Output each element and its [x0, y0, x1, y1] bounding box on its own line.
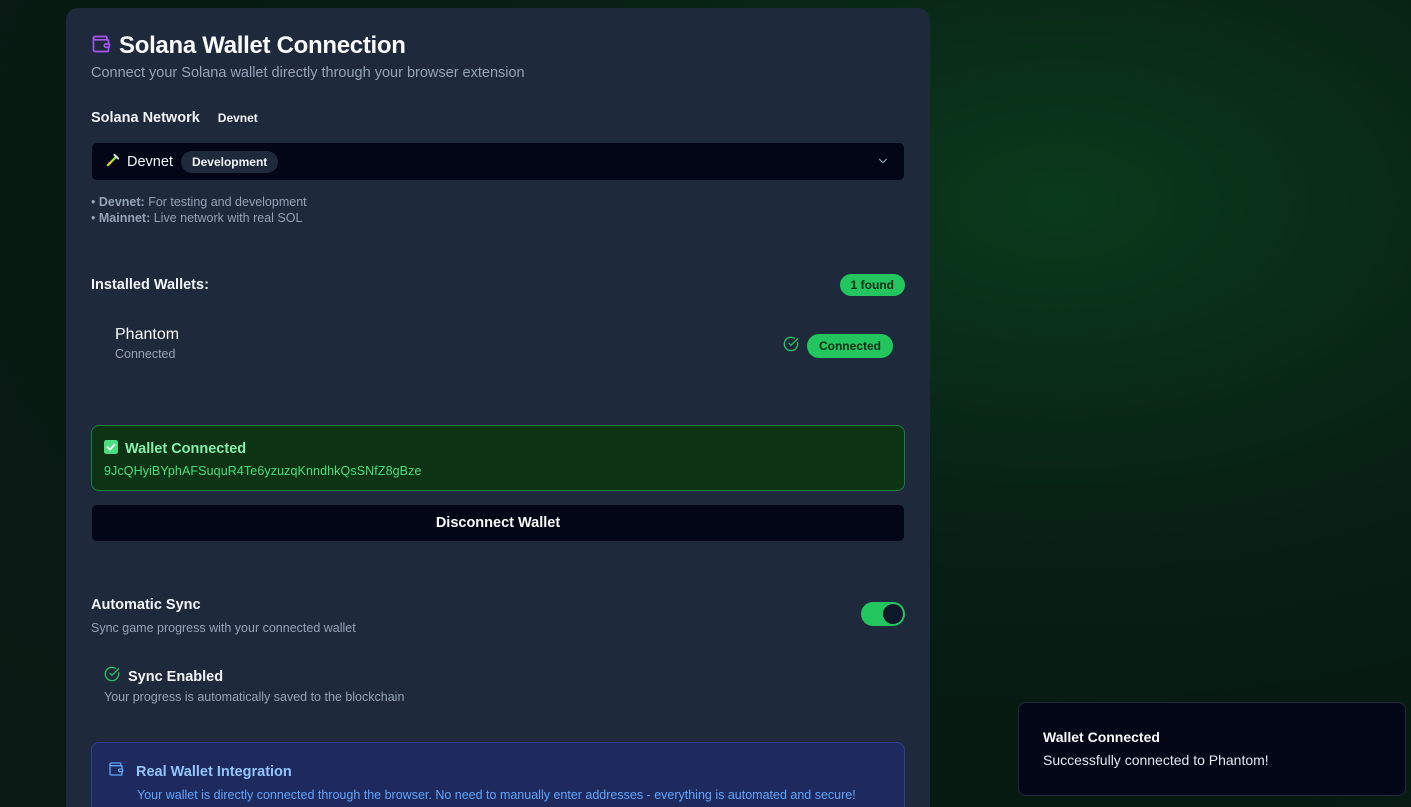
- toast-description: Successfully connected to Phantom!: [1043, 752, 1269, 768]
- network-notes: • Devnet: For testing and development • …: [91, 194, 307, 226]
- wallet-address: 9JcQHyiBYphAFSuquR4Te6yzuzqKnndhkQsSNfZ8…: [104, 464, 422, 478]
- installed-wallets-header: Installed Wallets: 1 found: [91, 274, 905, 296]
- wallet-item-phantom[interactable]: Phantom Connected Connected: [115, 326, 893, 370]
- disconnect-wallet-button[interactable]: Disconnect Wallet: [91, 504, 905, 542]
- network-select-value: Devnet: [127, 153, 173, 170]
- network-label: Solana Network: [91, 110, 200, 126]
- title-row: Solana Wallet Connection: [91, 32, 406, 60]
- automatic-sync-label: Automatic Sync: [91, 597, 201, 613]
- toggle-knob: [883, 604, 903, 624]
- info-title: Real Wallet Integration: [136, 763, 292, 780]
- sync-enabled-description: Your progress is automatically saved to …: [104, 690, 405, 704]
- network-note: • Mainnet: Live network with real SOL: [91, 211, 303, 225]
- connected-badge: Connected: [806, 334, 893, 358]
- real-wallet-integration-box: Real Wallet Integration Your wallet is d…: [91, 742, 905, 807]
- network-badge: Devnet: [217, 111, 258, 125]
- wallet-connected-title: Wallet Connected: [125, 441, 247, 457]
- installed-wallets-label: Installed Wallets:: [91, 277, 209, 293]
- sync-enabled-title: Sync Enabled: [128, 668, 224, 685]
- wallet-status-group: Connected: [783, 334, 893, 358]
- chevron-down-icon: [876, 154, 890, 173]
- wallet-icon: [91, 34, 111, 59]
- toast-title: Wallet Connected: [1043, 729, 1160, 745]
- wallet-connection-card: Solana Wallet Connection Connect your So…: [66, 8, 930, 807]
- network-label-row: Solana Network Devnet: [91, 110, 258, 126]
- sync-enabled-row: Sync Enabled: [104, 666, 223, 687]
- toast-notification[interactable]: Wallet Connected Successfully connected …: [1018, 702, 1406, 796]
- wallet-connected-title-row: Wallet Connected: [104, 440, 892, 458]
- wallet-status: Connected: [115, 347, 176, 361]
- info-title-row: Real Wallet Integration: [108, 761, 888, 782]
- check-circle-icon: [104, 666, 120, 687]
- network-select[interactable]: Devnet Development: [91, 142, 905, 181]
- wallet-icon: [108, 761, 124, 782]
- page-title: Solana Wallet Connection: [119, 32, 406, 59]
- info-description: Your wallet is directly connected throug…: [137, 788, 856, 802]
- automatic-sync-toggle[interactable]: [861, 602, 905, 626]
- automatic-sync-description: Sync game progress with your connected w…: [91, 621, 356, 635]
- network-note: • Devnet: For testing and development: [91, 195, 307, 209]
- wallet-connected-box: Wallet Connected 9JcQHyiBYphAFSuquR4Te6y…: [91, 425, 905, 491]
- network-select-tag: Development: [180, 150, 279, 173]
- wallet-name: Phantom: [115, 326, 180, 343]
- pickaxe-icon: [106, 152, 121, 172]
- check-circle-icon: [783, 336, 799, 357]
- checkbox-checked-icon: [104, 440, 118, 458]
- wallets-found-badge: 1 found: [839, 274, 905, 296]
- page-subtitle: Connect your Solana wallet directly thro…: [91, 65, 525, 81]
